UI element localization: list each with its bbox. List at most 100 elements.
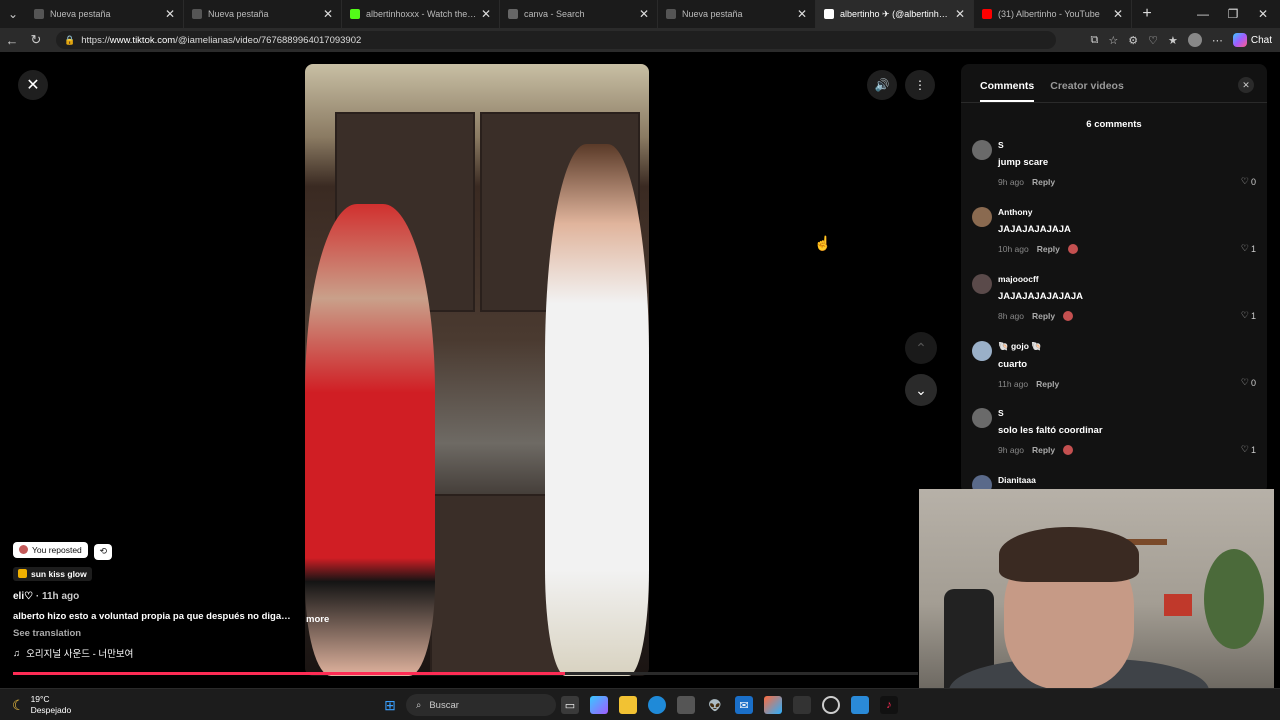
- taskbar-search[interactable]: ⌕ Buscar: [406, 694, 556, 716]
- search-icon: ⌕: [416, 699, 422, 711]
- reply-button[interactable]: Reply: [1036, 379, 1059, 389]
- comment-time: 10h ago: [998, 244, 1029, 254]
- comment-text: JAJAJAJAJAJA: [998, 224, 1071, 235]
- like-button[interactable]: ♡ 0: [1241, 176, 1256, 187]
- start-windows-icon[interactable]: ⊞: [381, 696, 399, 714]
- close-tab-icon[interactable]: ✕: [1113, 7, 1123, 21]
- like-button[interactable]: ♡ 1: [1241, 243, 1256, 254]
- close-player-icon[interactable]: ✕: [18, 70, 48, 100]
- obs-icon[interactable]: [822, 696, 840, 714]
- commenter-name[interactable]: 🐚 gojo 🐚: [998, 341, 1267, 352]
- split-screen-icon[interactable]: ⧉: [1091, 34, 1099, 47]
- browser-tab[interactable]: Nueva pestaña ✕: [658, 0, 816, 28]
- close-tab-icon[interactable]: ✕: [481, 7, 491, 21]
- browser-tab[interactable]: canva - Search ✕: [500, 0, 658, 28]
- settings-more-icon[interactable]: ⋯: [1212, 34, 1223, 47]
- weather-widget[interactable]: ☾ 19°C Despejado: [12, 694, 71, 716]
- volume-icon[interactable]: 🔊: [867, 70, 897, 100]
- video-info: You reposted ⟲ sun kiss glow eli♡ · 11h …: [13, 541, 313, 660]
- close-tab-icon[interactable]: ✕: [955, 7, 965, 21]
- like-button[interactable]: ♡ 1: [1241, 444, 1256, 455]
- previous-video-icon[interactable]: ⌃: [905, 332, 937, 364]
- commenter-name[interactable]: S: [998, 140, 1267, 150]
- url-prefix: https://: [81, 34, 110, 46]
- tiktok-icon[interactable]: ♪: [880, 696, 898, 714]
- like-count: 1: [1250, 243, 1256, 254]
- browser-essentials-icon[interactable]: ♡: [1148, 34, 1158, 47]
- effect-tag[interactable]: sun kiss glow: [13, 566, 92, 581]
- store-icon[interactable]: [677, 696, 695, 714]
- task-view-icon[interactable]: ▭: [561, 696, 579, 714]
- profile-avatar[interactable]: [1187, 33, 1202, 47]
- commenter-name[interactable]: S: [998, 408, 1267, 418]
- repost-icon[interactable]: ⟲: [94, 543, 113, 560]
- commenter-name[interactable]: Dianitaaa: [998, 475, 1267, 485]
- app-icon[interactable]: [851, 696, 869, 714]
- file-explorer-icon[interactable]: [619, 696, 637, 714]
- alien-app-icon[interactable]: 👽: [706, 696, 724, 714]
- comment-item: Sjump scare 9h ago Reply ♡ 0: [961, 140, 1267, 197]
- commenter-name[interactable]: majooocff: [998, 274, 1267, 284]
- browser-tab[interactable]: Nueva pestaña ✕: [184, 0, 342, 28]
- comment-text: JAJAJAJAJAJAJA: [998, 291, 1084, 302]
- close-tab-icon[interactable]: ✕: [639, 7, 649, 21]
- more-options-icon[interactable]: ⋮: [905, 70, 935, 100]
- reply-button[interactable]: Reply: [1032, 311, 1055, 321]
- close-tab-icon[interactable]: ✕: [323, 7, 333, 21]
- tab-favicon-icon: [824, 9, 834, 19]
- collections-icon[interactable]: ★: [1168, 34, 1178, 47]
- video-player[interactable]: [305, 64, 649, 676]
- close-tab-icon[interactable]: ✕: [797, 7, 807, 21]
- reply-button[interactable]: Reply: [1032, 445, 1055, 455]
- minimize-icon[interactable]: —: [1188, 0, 1218, 28]
- browser-tab[interactable]: albertinho ✈ (@albertinhoxxx) ✕: [816, 0, 974, 28]
- extensions-icon[interactable]: ⚙: [1128, 34, 1138, 47]
- commenter-name[interactable]: Anthony: [998, 207, 1267, 217]
- like-button[interactable]: ♡ 1: [1241, 310, 1256, 321]
- tab-title: Nueva pestaña: [682, 9, 743, 19]
- woman-figure: [305, 204, 435, 676]
- browser-address-bar: ← ↻ 🔒 https://www.tiktok.com/@iamelianas…: [0, 28, 1280, 52]
- lock-icon: 🔒: [64, 34, 76, 45]
- new-tab-button[interactable]: +: [1132, 0, 1162, 28]
- close-window-icon[interactable]: ✕: [1248, 0, 1278, 28]
- app-icon[interactable]: [793, 696, 811, 714]
- favorite-star-icon[interactable]: ☆: [1108, 34, 1118, 47]
- close-panel-icon[interactable]: ✕: [1238, 77, 1254, 93]
- effect-icon: [18, 569, 27, 578]
- reply-button[interactable]: Reply: [1037, 244, 1060, 254]
- like-button[interactable]: ♡ 0: [1241, 377, 1256, 388]
- commenter-avatar[interactable]: [972, 408, 992, 428]
- tab-comments[interactable]: Comments: [980, 80, 1035, 102]
- browser-tab[interactable]: albertinhoxxx - Watch the VOD on Kick ✕: [342, 0, 500, 28]
- browser-tab[interactable]: Nueva pestaña ✕: [26, 0, 184, 28]
- video-author[interactable]: eli♡ · 11h ago: [13, 591, 313, 602]
- reply-button[interactable]: Reply: [1032, 177, 1055, 187]
- tab-creator-videos[interactable]: Creator videos: [1050, 80, 1124, 102]
- commenter-avatar[interactable]: [972, 207, 992, 227]
- close-tab-icon[interactable]: ✕: [165, 7, 175, 21]
- edge-browser-icon[interactable]: [648, 696, 666, 714]
- sound-link[interactable]: ♫ 오리지널 사운드 - 너만보여: [13, 646, 313, 661]
- copilot-chat-button[interactable]: Chat: [1232, 33, 1272, 47]
- commenter-avatar[interactable]: [972, 140, 992, 160]
- url-path: /@iamelianas/video/7676889964017093902: [175, 34, 362, 46]
- copilot-taskbar-icon[interactable]: [590, 696, 608, 714]
- see-translation-link[interactable]: See translation: [13, 628, 313, 639]
- mail-icon[interactable]: ✉: [735, 696, 753, 714]
- user-avatar: [19, 545, 28, 554]
- maximize-icon[interactable]: ❐: [1218, 0, 1248, 28]
- comment-meta: 9h ago Reply: [998, 445, 1267, 455]
- next-video-icon[interactable]: ⌄: [905, 374, 937, 406]
- refresh-icon[interactable]: ↻: [24, 28, 48, 52]
- caption-more-link[interactable]: more: [306, 614, 329, 625]
- back-icon[interactable]: ←: [0, 28, 24, 52]
- commenter-avatar[interactable]: [972, 274, 992, 294]
- commenter-avatar[interactable]: [972, 341, 992, 361]
- office-icon[interactable]: [764, 696, 782, 714]
- comment-meta: 8h ago Reply: [998, 311, 1267, 321]
- browser-tab[interactable]: (31) Albertinho - YouTube ✕: [974, 0, 1132, 28]
- url-field[interactable]: 🔒 https://www.tiktok.com/@iamelianas/vid…: [56, 31, 1056, 49]
- tab-actions-menu-icon[interactable]: ⌄: [0, 0, 26, 28]
- video-progress-bar[interactable]: [13, 672, 918, 675]
